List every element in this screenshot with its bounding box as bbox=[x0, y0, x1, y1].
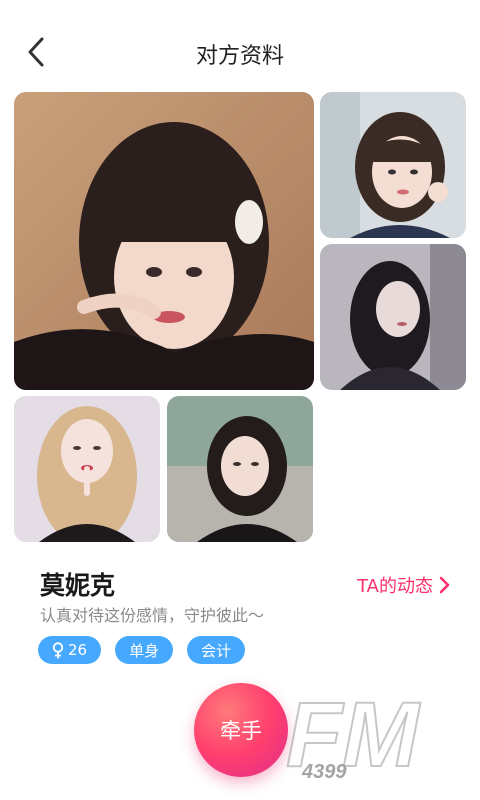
ta-dynamics-link[interactable]: TA的动态 bbox=[357, 572, 450, 598]
svg-text:4399: 4399 bbox=[301, 761, 347, 783]
profile-bio: 认真对待这份感情，守护彼此～ bbox=[40, 606, 265, 625]
profile-photo-4[interactable] bbox=[14, 396, 160, 542]
fm4399-watermark-logo: FM 4399 bbox=[285, 686, 422, 786]
hold-hands-button[interactable]: 牵手 bbox=[194, 683, 288, 777]
header: 对方资料 bbox=[0, 0, 480, 88]
profile-photo-5[interactable] bbox=[167, 396, 313, 542]
profile-name: 莫妮克 bbox=[40, 571, 116, 600]
profile-photo-2[interactable] bbox=[320, 92, 466, 238]
profile-photo-main[interactable] bbox=[14, 92, 314, 390]
profile-tags: 26 单身 会计 bbox=[38, 636, 246, 664]
ta-dynamics-label: TA的动态 bbox=[357, 576, 433, 597]
age-tag: 26 bbox=[38, 636, 102, 664]
status-tag: 单身 bbox=[115, 636, 174, 664]
female-icon bbox=[52, 641, 64, 658]
job-tag: 会计 bbox=[187, 636, 246, 664]
age-value: 26 bbox=[68, 641, 88, 659]
profile-photo-3[interactable] bbox=[320, 244, 466, 390]
page-title: 对方资料 bbox=[195, 44, 284, 69]
chevron-right-icon bbox=[439, 576, 450, 594]
